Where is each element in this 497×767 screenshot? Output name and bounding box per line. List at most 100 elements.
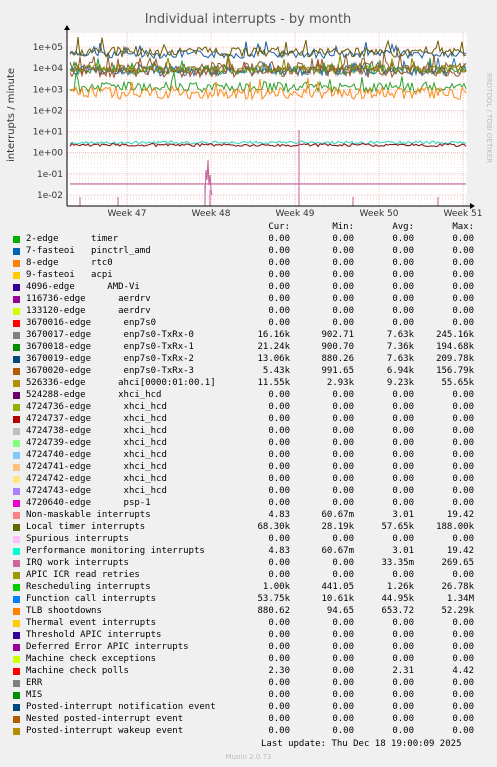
legend-avg: 0.00 (392, 246, 414, 256)
legend-name: IRQ work interrupts (26, 558, 129, 568)
legend-swatch (13, 632, 20, 639)
legend-max: 0.00 (452, 270, 474, 280)
legend-avg: 3.01 (392, 546, 414, 556)
legend-swatch (13, 716, 20, 723)
legend-name: 4724737-edge xhci_hcd (26, 414, 167, 424)
legend-cur: 0.00 (268, 462, 290, 472)
legend-max: 0.00 (452, 318, 474, 328)
legend-cur: 0.00 (268, 486, 290, 496)
legend-swatch (13, 560, 20, 567)
legend-row: 3670020-edge enp7s0-TxRx-3 5.43k 991.65 6.9… (0, 366, 497, 378)
legend-cur: 0.00 (268, 438, 290, 448)
legend-row: MIS 0.00 0.00 0.00 0.00 (0, 690, 497, 702)
legend-min: 0.00 (332, 402, 354, 412)
legend-swatch (13, 644, 20, 651)
legend-swatch (13, 512, 20, 519)
legend-cur: 0.00 (268, 246, 290, 256)
legend-row: 4724737-edge xhci_hcd 0.00 0.00 0.00 0.00 (0, 414, 497, 426)
legend-cur: 0.00 (268, 642, 290, 652)
legend-avg: 0.00 (392, 306, 414, 316)
legend-max: 0.00 (452, 498, 474, 508)
legend-row: Threshold APIC interrupts 0.00 0.00 0.00 0.0… (0, 630, 497, 642)
legend-min: 0.00 (332, 426, 354, 436)
legend-cur: 0.00 (268, 450, 290, 460)
legend-name: Machine check polls (26, 666, 129, 676)
legend-row: Posted-interrupt notification event 0.00 0… (0, 702, 497, 714)
legend-min: 0.00 (332, 690, 354, 700)
legend-cur: 0.00 (268, 690, 290, 700)
legend-min: 0.00 (332, 702, 354, 712)
legend-min: 0.00 (332, 726, 354, 736)
legend-swatch (13, 428, 20, 435)
legend-swatch (13, 260, 20, 267)
legend-swatch (13, 536, 20, 543)
legend-max: 19.42 (446, 546, 474, 556)
legend-row: Spurious interrupts 0.00 0.00 0.00 0.00 (0, 534, 497, 546)
legend-min: 880.26 (321, 354, 354, 364)
legend-avg: 3.01 (392, 510, 414, 520)
legend-row: 4720640-edge psp-1 0.00 0.00 0.00 0.00 (0, 498, 497, 510)
legend-row: APIC ICR read retries 0.00 0.00 0.00 0.00 (0, 570, 497, 582)
legend-row: 4724740-edge xhci_hcd 0.00 0.00 0.00 0.00 (0, 450, 497, 462)
legend-max: 269.65 (441, 558, 474, 568)
legend-name: 3670017-edge enp7s0-TxRx-0 (26, 330, 194, 340)
legend-cur: 0.00 (268, 402, 290, 412)
legend-max: 0.00 (452, 294, 474, 304)
x-tick-label: Week 47 (108, 209, 147, 219)
legend-min: 0.00 (332, 570, 354, 580)
y-tick-label: 1e-02 (37, 191, 63, 201)
legend-min: 0.00 (332, 534, 354, 544)
legend-row: ERR 0.00 0.00 0.00 0.00 (0, 678, 497, 690)
legend-max: 0.00 (452, 690, 474, 700)
legend-name: 4096-edge AMD-Vi (26, 282, 140, 292)
legend-min: 0.00 (332, 654, 354, 664)
legend-row: Local timer interrupts 68.30k 28.19k 57.65k… (0, 522, 497, 534)
legend-swatch (13, 368, 20, 375)
legend-min: 0.00 (332, 462, 354, 472)
legend-max: 0.00 (452, 414, 474, 424)
legend-swatch (13, 284, 20, 291)
legend-swatch (13, 380, 20, 387)
legend-avg: 0.00 (392, 462, 414, 472)
legend-avg: 0.00 (392, 294, 414, 304)
legend-cur: 0.00 (268, 270, 290, 280)
legend-swatch (13, 608, 20, 615)
legend-avg: 7.63k (386, 354, 414, 364)
legend-max: 0.00 (452, 702, 474, 712)
legend-avg: 0.00 (392, 474, 414, 484)
header-min: Min: (332, 222, 354, 232)
legend-cur: 0.00 (268, 390, 290, 400)
legend-name: Posted-interrupt notification event (26, 702, 216, 712)
y-tick-label: 1e+05 (33, 43, 63, 53)
legend-min: 0.00 (332, 714, 354, 724)
x-tick-label: Week 51 (444, 209, 483, 219)
legend-max: 0.00 (452, 462, 474, 472)
legend-row: Performance monitoring interrupts 4.83 60.… (0, 546, 497, 558)
legend-swatch (13, 272, 20, 279)
legend-min: 0.00 (332, 498, 354, 508)
legend-swatch (13, 356, 20, 363)
legend-name: ERR (26, 678, 43, 688)
legend-max: 19.42 (446, 510, 474, 520)
legend-avg: 0.00 (392, 678, 414, 688)
legend-name: 4720640-edge psp-1 (26, 498, 151, 508)
legend-swatch (13, 572, 20, 579)
legend-avg: 0.00 (392, 618, 414, 628)
legend-cur: 0.00 (268, 426, 290, 436)
legend-min: 0.00 (332, 630, 354, 640)
legend-name: Performance monitoring interrupts (26, 546, 205, 556)
legend-swatch (13, 488, 20, 495)
legend-max: 0.00 (452, 234, 474, 244)
legend-name: Function call interrupts (26, 594, 157, 604)
legend-swatch (13, 404, 20, 411)
legend-name: Spurious interrupts (26, 534, 129, 544)
legend-name: 524288-edge xhci_hcd (26, 390, 162, 400)
legend-swatch (13, 620, 20, 627)
legend-avg: 44.95k (381, 594, 414, 604)
legend-max: 0.00 (452, 282, 474, 292)
legend-name: 3670019-edge enp7s0-TxRx-2 (26, 354, 194, 364)
legend-name: 3670020-edge enp7s0-TxRx-3 (26, 366, 194, 376)
legend-name: Thermal event interrupts (26, 618, 157, 628)
legend-cur: 2.30 (268, 666, 290, 676)
legend-name: 9-fasteoi acpi (26, 270, 113, 280)
